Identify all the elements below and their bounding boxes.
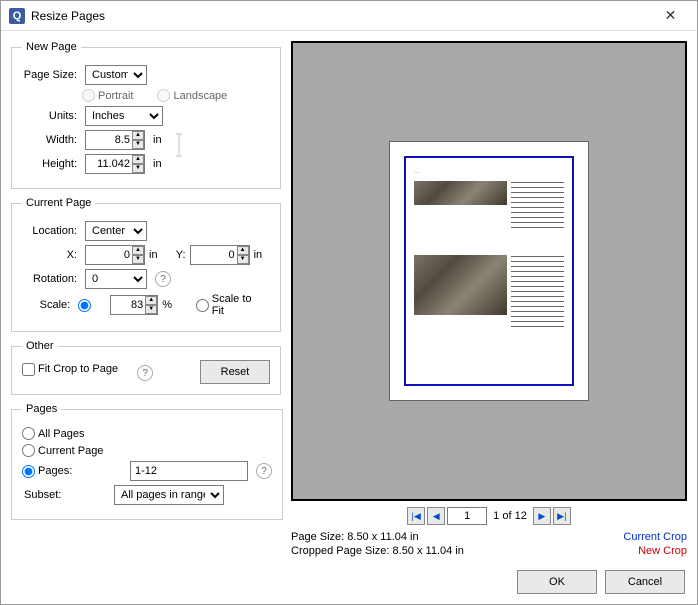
y-unit: in: [254, 249, 263, 261]
crop-outline: ...: [404, 156, 574, 386]
new-page-legend: New Page: [22, 41, 81, 53]
preview-text-col-2: [511, 255, 564, 366]
page-size-label: Page Size:: [22, 69, 77, 81]
pages-range-help-icon[interactable]: ?: [256, 463, 272, 479]
preview-page: ...: [389, 141, 589, 401]
new-page-group: New Page Page Size: Custom Portrait Land…: [11, 41, 281, 189]
x-label: X:: [22, 249, 77, 261]
other-group: Other Fit Crop to Page ? Reset: [11, 340, 281, 395]
rotation-select[interactable]: 0: [85, 269, 147, 289]
current-page-legend: Current Page: [22, 197, 95, 209]
preview-text-col-1: [511, 181, 564, 251]
pages-group: Pages All Pages Current Page Pages: ? Su…: [11, 403, 283, 520]
width-unit: in: [153, 134, 162, 146]
landscape-radio[interactable]: Landscape: [157, 89, 227, 102]
reset-button[interactable]: Reset: [200, 360, 270, 384]
x-spinner[interactable]: ▲▼: [132, 246, 144, 264]
link-aspect-icon[interactable]: [172, 130, 186, 160]
scale-spinner[interactable]: ▲▼: [145, 296, 157, 314]
fit-crop-help-icon[interactable]: ?: [137, 365, 153, 381]
window-title: Resize Pages: [31, 9, 648, 23]
rotation-help-icon[interactable]: ?: [155, 271, 171, 287]
page-size-info-value: 8.50 x 11.04 in: [347, 531, 418, 543]
fit-crop-checkbox[interactable]: Fit Crop to Page: [22, 363, 118, 376]
height-spinner[interactable]: ▲▼: [132, 155, 144, 173]
portrait-radio[interactable]: Portrait: [82, 89, 133, 102]
width-label: Width:: [22, 134, 77, 146]
next-page-button[interactable]: ▶: [533, 507, 551, 525]
scale-pct: %: [162, 299, 172, 311]
units-label: Units:: [22, 110, 77, 122]
last-page-button[interactable]: ▶|: [553, 507, 571, 525]
page-number-input[interactable]: [447, 507, 487, 525]
app-icon: Q: [9, 8, 25, 24]
units-select[interactable]: Inches: [85, 106, 163, 126]
rotation-label: Rotation:: [22, 273, 77, 285]
preview-canvas: ...: [291, 41, 687, 501]
subset-label: Subset:: [22, 489, 110, 501]
preview-image-2: [414, 255, 507, 315]
pages-range-input[interactable]: [130, 461, 248, 481]
page-navigator: |◀ ◀ 1 of 12 ▶ ▶|: [291, 507, 687, 525]
page-size-select[interactable]: Custom: [85, 65, 147, 85]
pages-range-radio[interactable]: Pages:: [22, 465, 92, 478]
location-label: Location:: [22, 225, 77, 237]
prev-page-button[interactable]: ◀: [427, 507, 445, 525]
x-unit: in: [149, 249, 158, 261]
cropped-size-info-label: Cropped Page Size:: [291, 545, 389, 557]
height-label: Height:: [22, 158, 77, 170]
current-page-radio[interactable]: Current Page: [22, 444, 103, 457]
all-pages-radio[interactable]: All Pages: [22, 427, 84, 440]
current-page-group: Current Page Location: Center X: ▲▼ in Y…: [11, 197, 281, 332]
width-spinner[interactable]: ▲▼: [132, 131, 144, 149]
scale-label: Scale:: [22, 299, 70, 311]
scale-to-fit-radio[interactable]: Scale to Fit: [196, 293, 258, 317]
pages-legend: Pages: [22, 403, 61, 415]
cancel-button[interactable]: Cancel: [605, 570, 685, 594]
close-button[interactable]: ✕: [648, 2, 693, 30]
current-crop-legend: Current Crop: [623, 531, 687, 543]
preview-image-1: [414, 181, 507, 205]
subset-select[interactable]: All pages in range: [114, 485, 224, 505]
page-total-label: 1 of 12: [493, 510, 527, 522]
other-legend: Other: [22, 340, 58, 352]
height-unit: in: [153, 158, 162, 170]
cropped-size-info-value: 8.50 x 11.04 in: [393, 545, 464, 557]
location-select[interactable]: Center: [85, 221, 147, 241]
y-label: Y:: [174, 249, 186, 261]
scale-percent-radio[interactable]: [78, 299, 94, 312]
first-page-button[interactable]: |◀: [407, 507, 425, 525]
new-crop-legend: New Crop: [638, 545, 687, 557]
y-spinner[interactable]: ▲▼: [237, 246, 249, 264]
ok-button[interactable]: OK: [517, 570, 597, 594]
title-bar: Q Resize Pages ✕: [1, 1, 697, 31]
resize-pages-dialog: Q Resize Pages ✕ New Page Page Size: Cus…: [0, 0, 698, 605]
page-size-info-label: Page Size:: [291, 531, 344, 543]
